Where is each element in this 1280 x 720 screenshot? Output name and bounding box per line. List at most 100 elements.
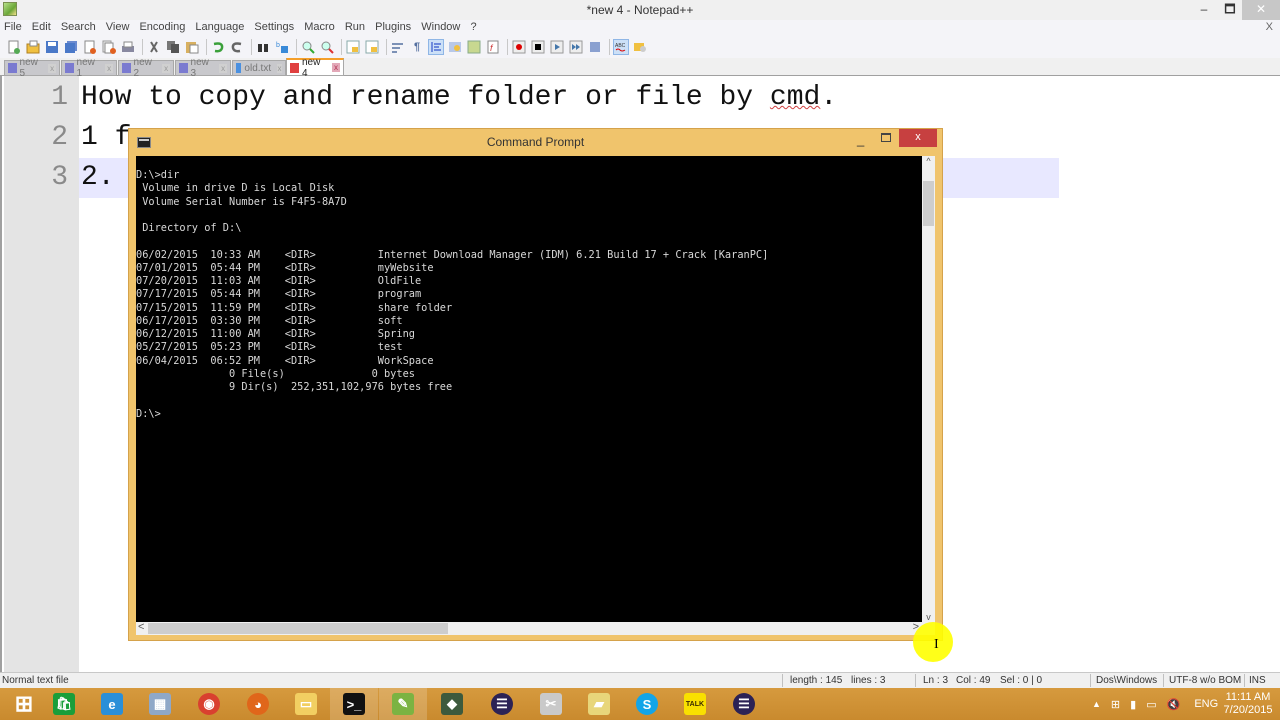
console-output[interactable]: D:\>dir Volume in drive D is Local Disk …: [136, 156, 922, 622]
replace-icon[interactable]: b: [274, 39, 290, 55]
show-hidden-icons[interactable]: ▲: [1092, 699, 1101, 709]
plugin-icon[interactable]: [632, 39, 648, 55]
word-wrap-icon[interactable]: [390, 39, 406, 55]
scroll-thumb[interactable]: [923, 181, 934, 226]
taskbar-chrome[interactable]: ◉: [185, 688, 233, 720]
editor-line[interactable]: 1 How to copy and rename folder or file …: [4, 78, 1280, 118]
run-macro-multiple-icon[interactable]: [568, 39, 584, 55]
taskbar-kakaotalk[interactable]: TALK: [671, 688, 719, 720]
menu-help[interactable]: ?: [466, 20, 479, 33]
taskbar-eclipse[interactable]: ☰: [478, 688, 526, 720]
taskbar-calculator[interactable]: ▦: [136, 688, 184, 720]
taskbar-snipping-tool[interactable]: ✂: [527, 688, 575, 720]
cmd-vertical-scrollbar[interactable]: ^ v: [922, 156, 935, 622]
tab-new-2[interactable]: new 2 x: [118, 57, 174, 79]
taskbar-eclipse-2[interactable]: ☰: [720, 688, 768, 720]
taskbar-notepad-plus-plus[interactable]: ✎: [379, 688, 427, 720]
sync-horizontal-icon[interactable]: [364, 39, 380, 55]
undo-icon[interactable]: [210, 39, 226, 55]
scroll-left-icon[interactable]: <: [138, 621, 144, 633]
menu-edit[interactable]: Edit: [28, 20, 54, 33]
save-all-icon[interactable]: [63, 39, 79, 55]
menu-macro[interactable]: Macro: [300, 20, 338, 33]
cmd-horizontal-scrollbar[interactable]: < >: [136, 621, 922, 635]
close-document-button[interactable]: X: [1262, 20, 1276, 33]
tab-old-txt[interactable]: old.txt x: [232, 60, 286, 76]
menu-search[interactable]: Search: [57, 20, 99, 33]
tab-close-icon[interactable]: x: [105, 63, 113, 73]
scroll-up-icon[interactable]: ^: [922, 156, 935, 166]
sync-vertical-icon[interactable]: [345, 39, 361, 55]
udl-icon[interactable]: [447, 39, 463, 55]
cmd-close-button[interactable]: x: [899, 129, 937, 147]
spell-check-icon[interactable]: ABC: [613, 39, 629, 55]
paste-icon[interactable]: [184, 39, 200, 55]
taskbar-store[interactable]: 🛍: [40, 688, 88, 720]
cmd-title-bar[interactable]: Command Prompt _ x: [129, 129, 942, 155]
menu-encoding[interactable]: Encoding: [135, 20, 188, 33]
clock[interactable]: 11:11 AM 7/20/2015: [1218, 691, 1278, 717]
tab-new-4[interactable]: new 4 x: [286, 57, 344, 79]
menu-file[interactable]: File: [0, 20, 25, 33]
menu-plugins[interactable]: Plugins: [371, 20, 414, 33]
tab-close-icon[interactable]: x: [331, 63, 340, 72]
minimize-button[interactable]: ‒: [1190, 0, 1218, 20]
menu-window[interactable]: Window: [417, 20, 463, 33]
tab-new-3[interactable]: new 3 x: [175, 57, 231, 79]
taskbar-firefox[interactable]: ◕: [234, 688, 282, 720]
taskbar-command-prompt[interactable]: >_: [330, 688, 378, 720]
redo-icon[interactable]: [229, 39, 245, 55]
open-file-icon[interactable]: [25, 39, 41, 55]
cut-icon[interactable]: [146, 39, 162, 55]
scroll-thumb[interactable]: [148, 623, 448, 634]
cmd-maximize-button[interactable]: [881, 133, 891, 142]
taskbar-internet-explorer[interactable]: e: [88, 688, 136, 720]
play-macro-icon[interactable]: [549, 39, 565, 55]
close-button[interactable]: ✕: [1242, 0, 1280, 20]
find-icon[interactable]: [255, 39, 271, 55]
tab-close-icon[interactable]: x: [162, 63, 170, 73]
insert-mode[interactable]: INS: [1249, 675, 1266, 686]
taskbar-skype[interactable]: S: [623, 688, 671, 720]
network-icon[interactable]: ▭: [1146, 698, 1156, 711]
menu-bar: File Edit Search View Encoding Language …: [0, 20, 1280, 36]
battery-icon[interactable]: ▮: [1130, 698, 1136, 711]
taskbar-file-explorer[interactable]: ▭: [282, 688, 330, 720]
kakaotalk-icon: TALK: [684, 693, 706, 715]
encoding[interactable]: UTF-8 w/o BOM: [1169, 675, 1241, 686]
volume-muted-icon[interactable]: 🔇: [1167, 698, 1181, 711]
zoom-out-icon[interactable]: [319, 39, 335, 55]
print-icon[interactable]: [120, 39, 136, 55]
save-macro-icon[interactable]: [587, 39, 603, 55]
indent-guide-icon[interactable]: [428, 39, 444, 55]
tab-close-icon[interactable]: x: [48, 63, 56, 73]
doc-map-icon[interactable]: [466, 39, 482, 55]
function-list-icon[interactable]: f: [485, 39, 501, 55]
menu-settings[interactable]: Settings: [250, 20, 297, 33]
taskbar-android-studio[interactable]: ◆: [428, 688, 476, 720]
menu-run[interactable]: Run: [341, 20, 368, 33]
menu-language[interactable]: Language: [191, 20, 247, 33]
close-all-icon[interactable]: [101, 39, 117, 55]
input-language[interactable]: ENG: [1194, 698, 1218, 710]
command-prompt-window[interactable]: Command Prompt _ x D:\>dir Volume in dri…: [128, 128, 943, 641]
action-center-icon[interactable]: ⊞: [1111, 698, 1120, 711]
scroll-down-icon[interactable]: v: [922, 612, 935, 622]
tab-close-icon[interactable]: x: [219, 63, 227, 73]
tab-close-icon[interactable]: x: [277, 63, 282, 73]
copy-icon[interactable]: [165, 39, 181, 55]
new-file-icon[interactable]: [6, 39, 22, 55]
maximize-button[interactable]: 🗖: [1218, 0, 1242, 20]
menu-view[interactable]: View: [102, 20, 133, 33]
zoom-in-icon[interactable]: [300, 39, 316, 55]
cmd-minimize-button[interactable]: _: [857, 132, 864, 147]
show-all-chars-icon[interactable]: ¶: [409, 39, 425, 55]
stop-macro-icon[interactable]: [530, 39, 546, 55]
eol-format[interactable]: Dos\Windows: [1096, 675, 1157, 686]
taskbar-sticky-notes[interactable]: ▰: [575, 688, 623, 720]
record-macro-icon[interactable]: [511, 39, 527, 55]
close-file-icon[interactable]: [82, 39, 98, 55]
save-icon[interactable]: [44, 39, 60, 55]
tab-new-5[interactable]: new 5 x: [4, 57, 60, 79]
tab-new-1[interactable]: new 1 x: [61, 57, 117, 79]
